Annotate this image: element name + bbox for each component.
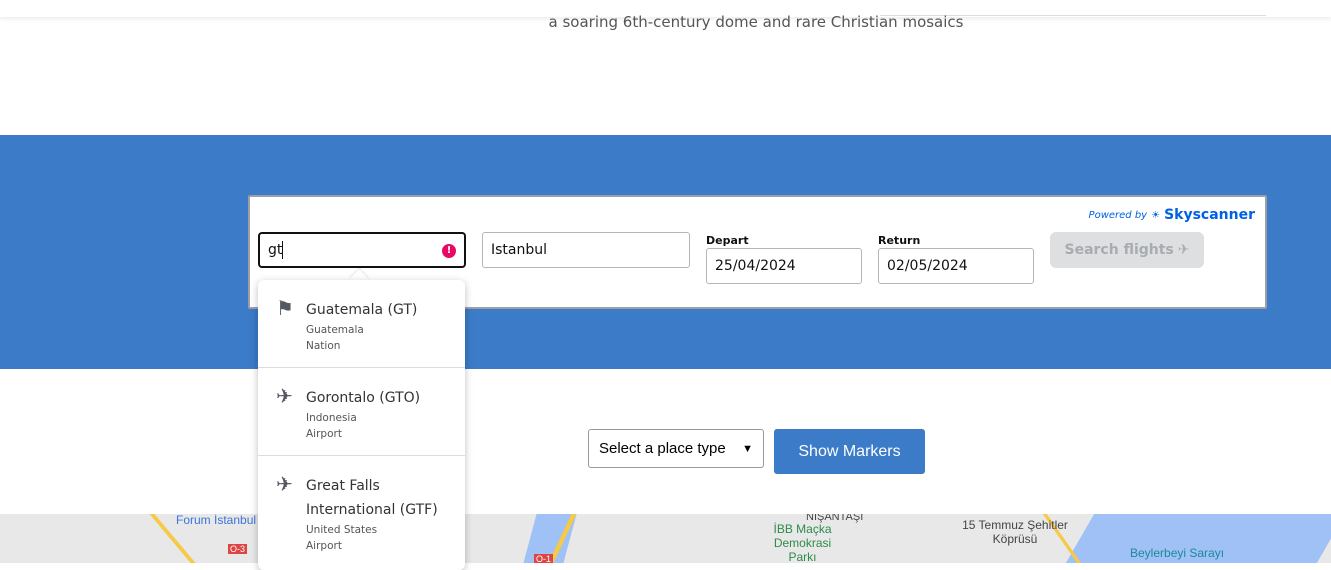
- depart-value: 25/04/2024: [715, 258, 796, 274]
- highway-shield: O-3: [228, 544, 248, 554]
- place-type-select[interactable]: Select a place type ▼: [588, 429, 764, 468]
- depart-label: Depart: [706, 234, 749, 247]
- return-value: 02/05/2024: [887, 258, 968, 274]
- depart-date-input[interactable]: 25/04/2024: [706, 248, 862, 284]
- option-country: Guatemala: [306, 324, 364, 336]
- map-label: Forum İstanbul: [176, 514, 257, 527]
- option-name: Gorontalo (GTO): [306, 390, 421, 406]
- map[interactable]: Forum İstanbul NİŞANTAŞI İBB Maçka Demok…: [0, 514, 1331, 563]
- skyscanner-brand: Skyscanner: [1164, 207, 1255, 223]
- hero-subtitle: a soaring 6th-century dome and rare Chri…: [548, 13, 964, 31]
- airplane-icon: ✈: [276, 472, 293, 496]
- option-name: Guatemala (GT): [306, 302, 418, 318]
- option-type: Airport: [306, 540, 342, 552]
- powered-by[interactable]: Powered by ☀ Skyscanner: [1089, 207, 1255, 223]
- text-caret: [282, 241, 284, 259]
- autocomplete-dropdown: ⚑ Guatemala (GT) Guatemala Nation ✈ Gorontal…: [258, 280, 465, 570]
- destination-input[interactable]: Istanbul: [482, 232, 690, 268]
- destination-value: Istanbul: [491, 242, 548, 258]
- autocomplete-option[interactable]: ⚑ Guatemala (GT) Guatemala Nation: [258, 280, 465, 368]
- skyscanner-logo-icon: ☀: [1151, 209, 1161, 221]
- error-icon: !: [442, 244, 456, 258]
- show-markers-button[interactable]: Show Markers: [774, 429, 925, 474]
- autocomplete-option[interactable]: ✈ Gorontalo (GTO) Indonesia Airport: [258, 368, 465, 456]
- highway-shield: O-1: [534, 554, 554, 563]
- search-flights-button[interactable]: Search flights ✈: [1050, 232, 1204, 268]
- option-type: Nation: [306, 340, 341, 352]
- origin-value: gt: [268, 242, 283, 258]
- map-label: İBB Maçka Demokrasi Parkı: [773, 522, 832, 563]
- chevron-down-icon: ▼: [742, 442, 753, 455]
- airplane-icon: ✈: [276, 384, 293, 408]
- return-label: Return: [878, 234, 921, 247]
- map-label: 15 Temmuz Şehitler Köprüsü: [962, 518, 1068, 546]
- powered-by-label: Powered by: [1088, 209, 1148, 221]
- option-country: Indonesia: [306, 412, 357, 424]
- return-date-input[interactable]: 02/05/2024: [878, 248, 1034, 284]
- option-name: Great Falls International (GTF): [306, 478, 438, 518]
- option-country: United States: [306, 524, 378, 536]
- autocomplete-option[interactable]: ✈ Great Falls International (GTF) United S…: [258, 456, 465, 554]
- map-label: Beylerbeyi Sarayı: [1130, 546, 1225, 560]
- search-flights-label: Search flights: [1064, 242, 1174, 258]
- flag-icon: ⚑: [276, 296, 294, 320]
- origin-input[interactable]: gt!: [258, 232, 466, 268]
- place-type-value: Select a place type: [599, 440, 726, 457]
- airplane-icon: ✈: [1177, 242, 1190, 258]
- marker-controls: Select a place type ▼ Show Markers: [588, 429, 925, 474]
- option-type: Airport: [306, 428, 342, 440]
